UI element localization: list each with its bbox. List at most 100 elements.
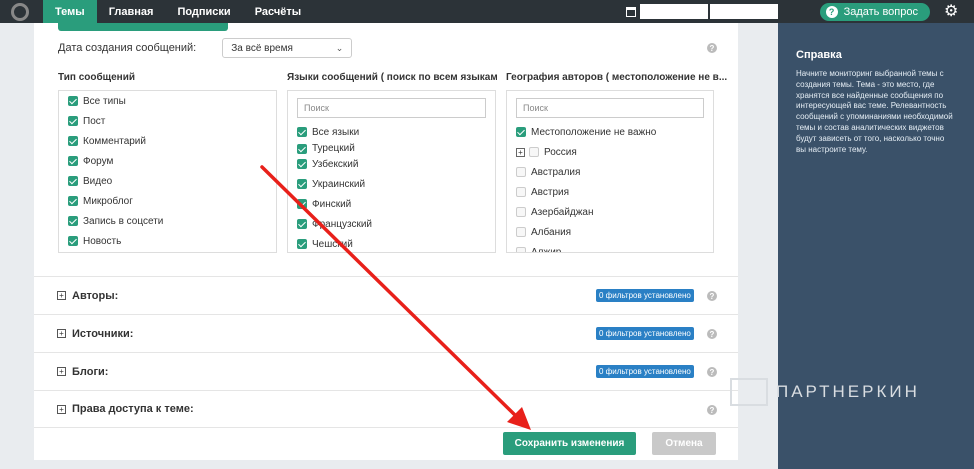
checkbox[interactable]: [516, 167, 526, 177]
checkbox[interactable]: [297, 179, 307, 189]
checkbox[interactable]: [297, 127, 307, 137]
question-icon: ?: [825, 5, 838, 18]
type-item[interactable]: Комментарий: [68, 131, 276, 151]
type-item[interactable]: Видео: [68, 171, 276, 191]
geo-item[interactable]: Австрия: [516, 182, 713, 202]
geo-item-label: Албания: [531, 226, 572, 238]
type-item-label: Все типы: [83, 95, 126, 107]
partial-green-button[interactable]: [58, 23, 228, 31]
help-icon[interactable]: ?: [707, 291, 717, 301]
geo-item-label: Россия: [544, 146, 577, 158]
checkbox[interactable]: [516, 227, 526, 237]
logo-icon: [11, 2, 29, 21]
language-item[interactable]: Узбекский: [297, 154, 495, 174]
checkbox[interactable]: [68, 176, 78, 186]
geo-item[interactable]: Австралия: [516, 162, 713, 182]
language-item[interactable]: Финский: [297, 194, 495, 214]
checkbox[interactable]: [516, 207, 526, 217]
languages-list: Поиск Все языки Турецкий Узбекский Украинск…: [287, 90, 496, 253]
watermark: ПАРТНЕРКИН: [730, 378, 920, 406]
ask-question-label: Задать вопрос: [843, 5, 918, 18]
geo-item-label: Австралия: [531, 166, 581, 178]
languages-title: Языки сообщений ( поиск по всем языкам ): [287, 72, 497, 83]
language-item[interactable]: Французский: [297, 214, 495, 234]
help-icon[interactable]: ?: [707, 43, 717, 53]
type-item-label: Комментарий: [83, 135, 146, 147]
app-logo[interactable]: [0, 0, 40, 23]
geo-list: Поиск Местоположение не важно + Россия Авст…: [506, 90, 714, 253]
ask-question-button[interactable]: ? Задать вопрос: [819, 2, 930, 21]
section-sources-label: Источники:: [72, 327, 134, 340]
section-blogs[interactable]: + Блоги: 0 фильтров установлено ?: [34, 352, 738, 390]
checkbox[interactable]: [68, 156, 78, 166]
help-icon[interactable]: ?: [707, 329, 717, 339]
geo-title: География авторов ( местоположение не в.…: [506, 72, 728, 83]
date-range-select[interactable]: За всё время ⌄: [222, 38, 353, 58]
checkbox[interactable]: [516, 127, 526, 137]
geo-search-input[interactable]: Поиск: [516, 98, 704, 118]
watermark-text: ПАРТНЕРКИН: [776, 382, 920, 401]
checkbox[interactable]: [68, 196, 78, 206]
language-item[interactable]: Чешский: [297, 234, 495, 252]
geo-item[interactable]: Алжир: [516, 242, 713, 252]
section-authors-label: Авторы:: [72, 289, 119, 302]
checkbox[interactable]: [68, 96, 78, 106]
language-item-label: Узбекский: [312, 158, 359, 170]
type-item-label: Новость: [83, 235, 122, 247]
type-item-label: Запись в соцсети: [83, 215, 164, 227]
checkbox[interactable]: [297, 239, 307, 249]
languages-search-input[interactable]: Поиск: [297, 98, 486, 118]
checkbox[interactable]: [68, 136, 78, 146]
save-changes-button[interactable]: Сохранить изменения: [503, 432, 636, 455]
type-item[interactable]: Микроблог: [68, 191, 276, 211]
cancel-button[interactable]: Отмена: [652, 432, 716, 455]
date-from-input[interactable]: [639, 4, 708, 19]
top-navbar: Темы Главная Подписки Расчёты ? Задать в…: [0, 0, 974, 23]
geo-item[interactable]: Албания: [516, 222, 713, 242]
checkbox[interactable]: [516, 247, 526, 252]
expand-plus-icon[interactable]: +: [516, 147, 525, 157]
tab-home[interactable]: Главная: [97, 0, 166, 23]
geo-item-label: Австрия: [531, 186, 570, 198]
checkbox[interactable]: [68, 116, 78, 126]
type-item[interactable]: Пост: [68, 111, 276, 131]
types-title: Тип сообщений: [58, 72, 135, 83]
geo-item[interactable]: + Россия: [516, 142, 713, 162]
checkbox[interactable]: [529, 147, 539, 157]
type-item[interactable]: Все типы: [68, 91, 276, 111]
section-sources[interactable]: + Источники: 0 фильтров установлено ?: [34, 314, 738, 352]
expand-plus-icon: +: [57, 291, 66, 300]
type-item[interactable]: Новость: [68, 231, 276, 251]
type-item[interactable]: Запись в соцсети: [68, 211, 276, 231]
language-item[interactable]: Все языки: [297, 122, 495, 142]
language-item-label: Украинский: [312, 178, 366, 190]
language-item[interactable]: Турецкий: [297, 142, 495, 154]
tab-calculations[interactable]: Расчёты: [243, 0, 313, 23]
calendar-icon[interactable]: [625, 6, 636, 17]
section-access[interactable]: + Права доступа к теме: ?: [34, 390, 738, 428]
date-filter-label: Дата создания сообщений:: [58, 42, 197, 54]
help-icon[interactable]: ?: [707, 367, 717, 377]
tab-subscriptions[interactable]: Подписки: [165, 0, 242, 23]
tab-topics[interactable]: Темы: [43, 0, 97, 23]
checkbox[interactable]: [516, 187, 526, 197]
checkbox[interactable]: [297, 144, 307, 154]
help-text: Начните мониторинг выбранной темы с созд…: [796, 69, 953, 154]
types-list: Все типы Пост Комментарий Форум Видео Микробл…: [58, 90, 277, 253]
geo-item-label: Алжир: [531, 246, 562, 253]
help-icon[interactable]: ?: [707, 405, 717, 415]
type-item[interactable]: Форум: [68, 151, 276, 171]
checkbox[interactable]: [297, 219, 307, 229]
checkbox[interactable]: [297, 159, 307, 169]
checkbox[interactable]: [68, 216, 78, 226]
geo-item[interactable]: Азербайджан: [516, 202, 713, 222]
language-item[interactable]: Украинский: [297, 174, 495, 194]
geo-item[interactable]: Местоположение не важно: [516, 122, 713, 142]
gear-icon[interactable]: ⚙: [944, 3, 960, 20]
checkbox[interactable]: [68, 236, 78, 246]
checkbox[interactable]: [297, 199, 307, 209]
date-to-input[interactable]: [709, 4, 778, 19]
language-item-label: Все языки: [312, 126, 360, 138]
section-authors[interactable]: + Авторы: 0 фильтров установлено ?: [34, 276, 738, 314]
expand-plus-icon: +: [57, 404, 66, 414]
